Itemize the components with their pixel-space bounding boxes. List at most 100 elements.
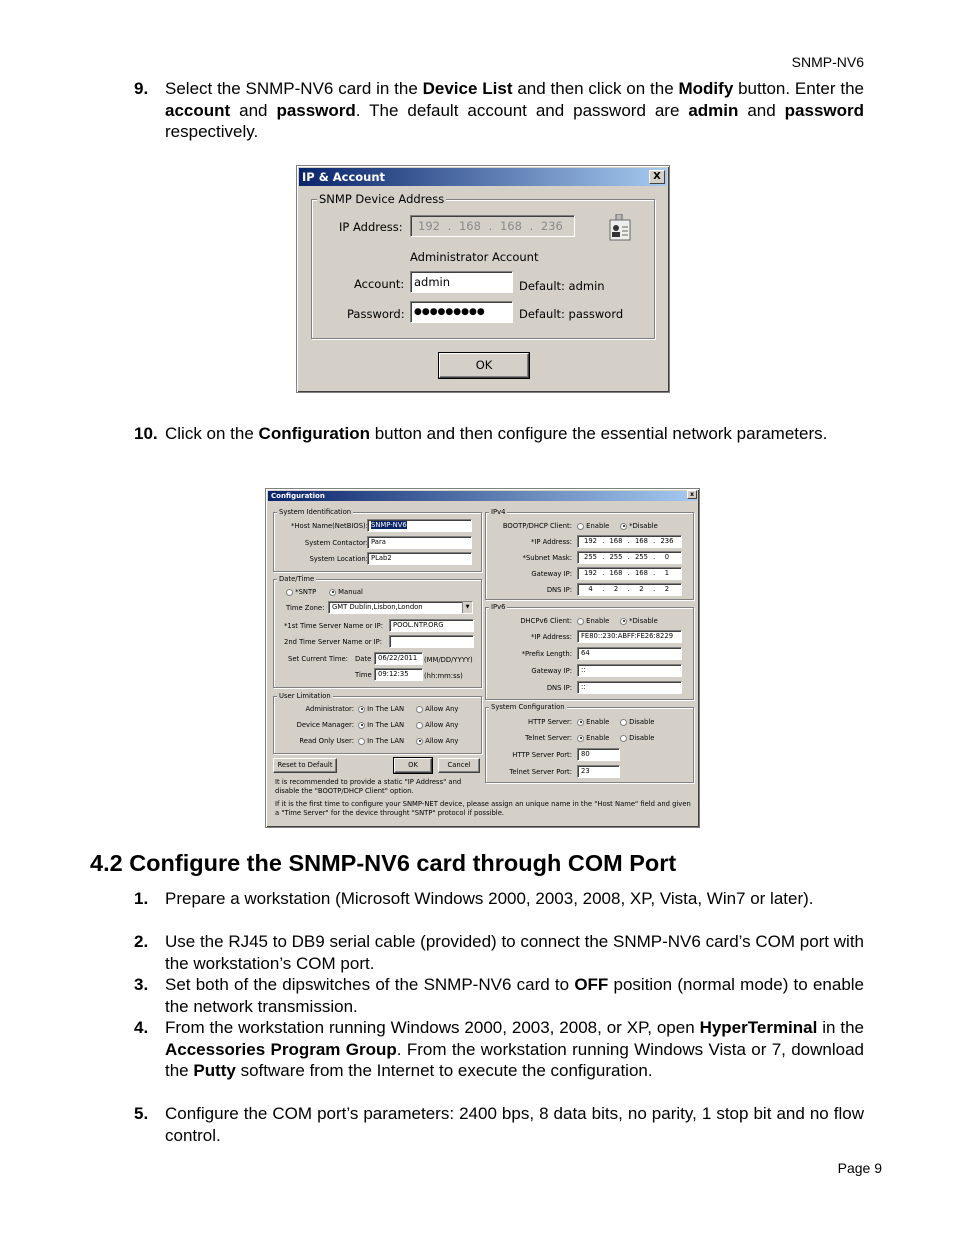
telnet-port-label: Telnet Server Port: [509,768,572,776]
dhcp-enable-radio[interactable] [577,522,584,530]
telnet-enable-radio[interactable] [577,734,584,742]
dhcp-enable-option[interactable]: Enable [577,522,609,530]
in-the-lan-option[interactable]: In The LAN [358,737,404,745]
ipv6-dns-input[interactable]: :: [577,681,682,694]
step-text: Select the SNMP-NV6 card in the Device L… [165,78,864,143]
system-location-input[interactable]: PLab2 [367,552,472,565]
ip-octet: 192 [418,219,440,233]
time-server-1-input[interactable]: POOL.NTP.ORG [389,619,474,632]
allow-any-radio[interactable] [416,721,423,729]
in-the-lan-radio[interactable] [358,721,365,729]
telnet-enable-option[interactable]: Enable [577,734,609,742]
close-button[interactable]: X [649,170,665,184]
host-name-input[interactable]: SNMP-NV6 [367,519,472,532]
telnet-disable-radio[interactable] [620,734,627,742]
system-location-label: System Location: [309,555,368,563]
subnet-mask-label: *Subnet Mask: [522,554,572,562]
dhcpv6-enable-option[interactable]: Enable [577,617,609,625]
dhcpv6-disable-radio[interactable] [620,617,627,625]
ip-octet: 168 [609,569,623,577]
telnet-disable-option[interactable]: Disable [620,734,654,742]
first-time-note: If it is the first time to configure you… [275,800,691,817]
allow-any-radio[interactable] [416,705,423,713]
bold-text: Configuration [258,424,370,443]
dns-ip-label: DNS IP: [546,586,572,594]
http-port-input[interactable]: 80 [577,748,620,761]
dns-ip-input[interactable]: 4 . 2 . 2 . 2 [577,583,682,596]
allow-any-option[interactable]: Allow Any [416,737,458,745]
ip-octet: 2 [639,585,644,593]
dhcpv6-enable-radio[interactable] [577,617,584,625]
dhcp-disable-option[interactable]: *Disable [620,522,658,530]
group-label: IPv6 [489,603,508,611]
http-enable-option[interactable]: Enable [577,718,609,726]
password-input[interactable]: ●●●●●●●●● [410,301,513,323]
selected-text: SNMP-NV6 [371,521,407,529]
ip-octet: 192 [584,537,597,545]
system-identification-group: System Identification *Host Name(NetBIOS… [273,508,482,572]
dialog-title-bar: Configuration [268,491,697,501]
ipv6-gateway-input[interactable]: :: [577,664,682,677]
ok-button[interactable]: OK [393,757,433,774]
http-disable-radio[interactable] [620,718,627,726]
set-current-time-label: Set Current Time: [288,655,348,663]
radio-label: Enable [586,718,610,726]
account-input[interactable]: admin [410,271,513,293]
manual-radio[interactable] [329,588,336,596]
in-the-lan-radio[interactable] [358,737,365,745]
time-input[interactable]: 09:12:35 [374,668,423,681]
text: and [230,100,277,120]
ipv6-address-input[interactable]: FE80::230:ABFF:FE26:8229 [577,630,682,643]
text: respectively. [165,122,259,141]
http-port-label: HTTP Server Port: [512,751,572,759]
telnet-port-input[interactable]: 23 [577,765,620,778]
ip-octet: 168 [458,219,481,233]
http-disable-option[interactable]: Disable [620,718,654,726]
allow-any-option[interactable]: Allow Any [416,705,458,713]
radio-label: Enable [586,734,610,742]
document-header: SNMP-NV6 [791,54,864,70]
dhcp-disable-radio[interactable] [620,522,627,530]
cancel-button[interactable]: Cancel [438,758,480,773]
reset-to-default-button[interactable]: Reset to Default [273,758,337,773]
ok-button[interactable]: OK [438,352,530,379]
ip-octet: 192 [584,569,597,577]
ip-octet: 255 [609,553,623,561]
system-contactor-input[interactable]: Para [367,536,472,549]
in-the-lan-option[interactable]: In The LAN [358,721,404,729]
chevron-down-icon[interactable]: ▼ [462,602,472,613]
bold-text: password [276,100,356,120]
close-button[interactable]: x [687,490,697,499]
http-enable-radio[interactable] [577,718,584,726]
dhcpv6-disable-option[interactable]: *Disable [620,617,658,625]
ipv4-address-input[interactable]: 192 . 168 . 168 . 236 [577,535,682,548]
prefix-length-label: *Prefix Length: [521,650,572,658]
date-input[interactable]: 06/22/2011 [374,652,423,665]
step-text: Configure the COM port’s parameters: 240… [165,1104,864,1145]
subnet-mask-input[interactable]: 255 . 255 . 255 . 0 [577,551,682,564]
allow-any-radio[interactable] [416,737,423,745]
in-the-lan-radio[interactable] [358,705,365,713]
sntp-radio[interactable] [286,588,293,596]
telnet-server-label: Telnet Server: [525,734,572,742]
password-default-text: Default: password [519,307,624,321]
manual-radio-option[interactable]: Manual [329,588,363,596]
gateway-ip-input[interactable]: 192 . 168 . 168 . 1 [577,567,682,580]
time-server-2-input[interactable] [389,635,474,648]
text: software from the Internet to execute th… [235,1061,653,1080]
dialog-title: IP & Account [302,170,386,184]
ip-octet: 4 [588,585,593,593]
user-role-label: Read Only User: [299,737,354,745]
text: Set both of the dipswitches of the SNMP-… [165,975,575,994]
user-role-label: Administrator: [305,705,354,713]
bootp-dhcp-label: BOOTP/DHCP Client: [502,522,572,530]
sntp-radio-option[interactable]: *SNTP [286,588,316,596]
bold-text: HyperTerminal [699,1018,818,1037]
time-zone-label: Time Zone: [286,604,325,612]
time-zone-select[interactable]: GMT Dublin,Lisbon,London ▼ [328,601,473,614]
bold-text: password [784,100,865,120]
ip-address-label: IP Address: [339,220,403,234]
prefix-length-input[interactable]: 64 [577,647,682,660]
allow-any-option[interactable]: Allow Any [416,721,458,729]
in-the-lan-option[interactable]: In The LAN [358,705,404,713]
